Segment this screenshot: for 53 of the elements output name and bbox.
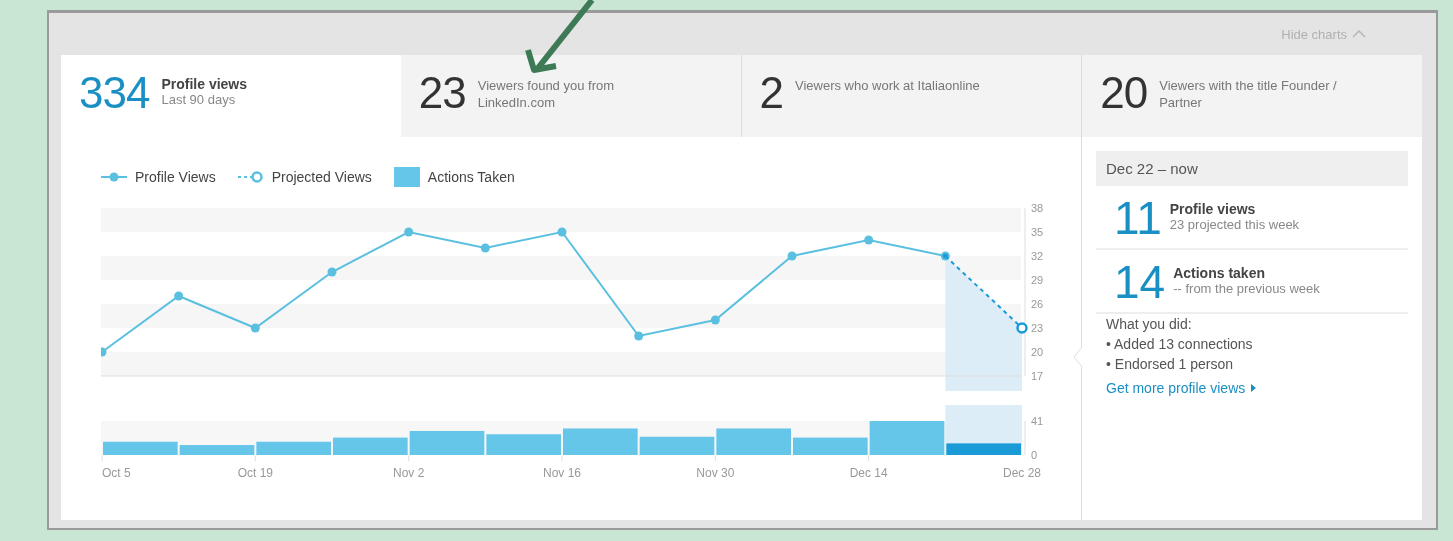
stat-number: 14 [1114, 260, 1166, 304]
x-tick-label: Nov 2 [393, 466, 425, 480]
x-tick-label: Oct 19 [237, 466, 273, 480]
point [174, 291, 184, 301]
more-views-link[interactable]: Get more profile views [1096, 380, 1257, 396]
stat-subtitle: 23 projected this week [1169, 217, 1300, 232]
activity-heading: What you did: [1105, 315, 1193, 334]
y-tick-label: 29 [1031, 274, 1044, 286]
stat-title: Actions taken [1173, 265, 1266, 281]
tab-description: Viewers who work at Italiaonline [795, 77, 980, 95]
y-tick-label: 41 [1031, 415, 1044, 427]
stat-tab[interactable]: 2 Viewers who work at Italiaonline [740, 55, 1082, 137]
point [1016, 322, 1028, 334]
y-tick-label: 38 [1031, 202, 1044, 214]
point [480, 243, 490, 253]
y-tick-label: 32 [1031, 250, 1044, 262]
stat-number: 11 [1114, 196, 1162, 240]
stat-tab[interactable]: 20 Viewers with the title Founder / Partner [1081, 55, 1422, 137]
y-tick-label: 35 [1031, 226, 1044, 238]
x-tick-label: Nov 16 [543, 466, 581, 480]
x-tick-label: Nov 30 [696, 466, 735, 480]
y-tick-label: 23 [1031, 322, 1044, 334]
point [327, 267, 337, 277]
tab-count: 334 [79, 71, 150, 119]
y-tick-label: 26 [1031, 298, 1044, 310]
stat-subtitle: -- from the previous week [1173, 281, 1320, 296]
y-tick-label: 0 [1031, 449, 1038, 461]
tab-title: Profile views [161, 76, 247, 92]
point [250, 323, 260, 333]
y-tick-label: 17 [1031, 370, 1044, 382]
y-tick-label: 20 [1031, 346, 1044, 358]
tab-subtitle: Last 90 days [161, 92, 237, 107]
legend-label: Projected Views [271, 169, 372, 185]
x-tick-label: Dec 28 [1003, 466, 1041, 480]
tab-count: 23 [418, 71, 466, 119]
stat-title: Profile views [1169, 201, 1257, 217]
activity-item: • Endorsed 1 person [1105, 355, 1235, 374]
tab-description: Viewers with the title Founder / Partner [1159, 77, 1338, 112]
point [404, 227, 414, 237]
point [634, 331, 644, 341]
tab-description: Viewers found you from LinkedIn.com [477, 77, 616, 112]
legend-label: Profile Views [135, 169, 216, 185]
tab-count: 20 [1100, 71, 1148, 119]
x-tick-label: Dec 14 [849, 466, 888, 480]
tab-count: 2 [759, 71, 783, 119]
point [557, 227, 567, 237]
point [710, 315, 720, 325]
point [787, 251, 797, 261]
point [864, 235, 874, 245]
x-tick-label: Oct 5 [102, 466, 131, 480]
legend-label: Actions Taken [427, 169, 515, 185]
period-header: Dec 22 – now [1096, 151, 1408, 186]
activity-item: • Added 13 connections [1105, 335, 1254, 354]
